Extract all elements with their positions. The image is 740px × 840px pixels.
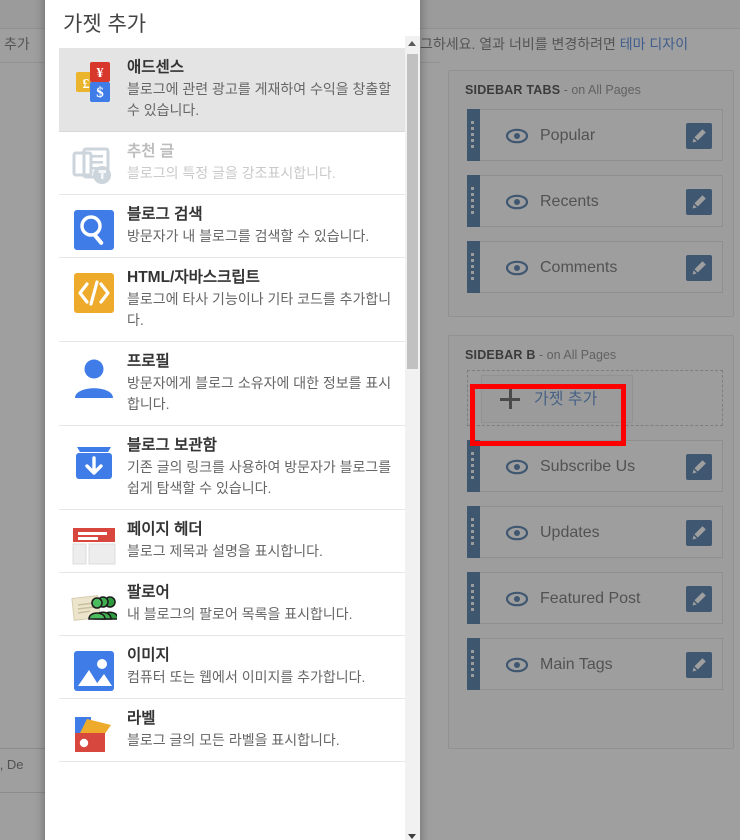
page-header-icon (71, 522, 117, 568)
followers-icon (71, 585, 119, 631)
adsense-icon: ¥ £ $ (71, 60, 117, 106)
caret-down-icon (408, 834, 416, 839)
gadget-list-item[interactable]: 라벨 블로그 글의 모든 라벨을 표시합니다. (59, 699, 405, 762)
gadget-title: 추천 글 (127, 143, 175, 160)
add-gadget-dialog: 가젯 추가 ¥ £ $ 애드센스 블로그에 관련 광고를 게재하여 수익을 창출… (45, 0, 420, 840)
gadget-list-item[interactable]: 블로그 검색 방문자가 내 블로그를 검색할 수 있습니다. (59, 195, 405, 258)
gadget-list-item[interactable]: 이미지 컴퓨터 또는 웹에서 이미지를 추가합니다. (59, 636, 405, 699)
label-icon (71, 711, 117, 757)
gadget-description: 방문자에게 블로그 소유자에 대한 정보를 표시합니다. (127, 375, 392, 412)
svg-text:£: £ (83, 77, 90, 92)
gadget-list: ¥ £ $ 애드센스 블로그에 관련 광고를 게재하여 수익을 창출할 수 있습… (59, 48, 405, 838)
gadget-list-item[interactable]: 프로필 방문자에게 블로그 소유자에 대한 정보를 표시합니다. (59, 342, 405, 426)
gadget-description: 블로그에 타사 기능이나 기타 코드를 추가합니다. (127, 291, 392, 328)
gadget-description: 블로그의 특정 글을 강조표시합니다. (127, 165, 336, 181)
gadget-description: 블로그에 관련 광고를 게재하여 수익을 창출할 수 있습니다. (127, 81, 392, 118)
gadget-list-item[interactable]: HTML/자바스크립트 블로그에 타사 기능이나 기타 코드를 추가합니다. (59, 258, 405, 342)
gadget-title: 팔로어 (127, 584, 170, 601)
search-icon (71, 207, 117, 253)
scroll-up-button[interactable] (405, 36, 420, 51)
gadget-description: 블로그 제목과 설명을 표시합니다. (127, 543, 323, 559)
gadget-title: 블로그 검색 (127, 206, 203, 223)
svg-text:$: $ (96, 85, 104, 101)
featured-post-icon (71, 144, 117, 190)
scroll-down-button[interactable] (405, 829, 420, 840)
gadget-title: 애드센스 (127, 59, 185, 76)
archive-icon (71, 438, 117, 484)
gadget-list-item[interactable]: 페이지 헤더 블로그 제목과 설명을 표시합니다. (59, 510, 405, 573)
gadget-list-item[interactable]: 블로그 보관함 기존 글의 링크를 사용하여 방문자가 블로그를 쉽게 탐색할 … (59, 426, 405, 510)
svg-text:¥: ¥ (97, 66, 104, 81)
gadget-title: 라벨 (127, 710, 156, 727)
gadget-title: 페이지 헤더 (127, 521, 203, 538)
screen: 추가 그하세요. 열과 너비를 변경하려면 테마 디자이 ogo, De SID… (0, 0, 740, 840)
image-icon (71, 648, 117, 694)
dialog-scrollbar-thumb[interactable] (407, 54, 418, 369)
gadget-description: 방문자가 내 블로그를 검색할 수 있습니다. (127, 228, 370, 244)
gadget-description: 컴퓨터 또는 웹에서 이미지를 추가합니다. (127, 669, 366, 685)
gadget-title: 블로그 보관함 (127, 437, 217, 454)
code-icon (71, 270, 117, 316)
gadget-list-item[interactable]: 팔로어 내 블로그의 팔로어 목록을 표시합니다. (59, 573, 405, 636)
gadget-list-item: 추천 글 블로그의 특정 글을 강조표시합니다. (59, 132, 405, 195)
gadget-description: 내 블로그의 팔로어 목록을 표시합니다. (127, 606, 353, 622)
caret-up-icon (408, 41, 416, 46)
gadget-description: 기존 글의 링크를 사용하여 방문자가 블로그를 쉽게 탐색할 수 있습니다. (127, 459, 392, 496)
gadget-description: 블로그 글의 모든 라벨을 표시합니다. (127, 732, 340, 748)
gadget-title: 프로필 (127, 353, 170, 370)
dialog-title: 가젯 추가 (63, 13, 147, 36)
profile-icon (71, 354, 117, 400)
gadget-list-item[interactable]: ¥ £ $ 애드센스 블로그에 관련 광고를 게재하여 수익을 창출할 수 있습… (59, 48, 405, 132)
gadget-title: 이미지 (127, 647, 170, 664)
gadget-title: HTML/자바스크립트 (127, 269, 260, 286)
